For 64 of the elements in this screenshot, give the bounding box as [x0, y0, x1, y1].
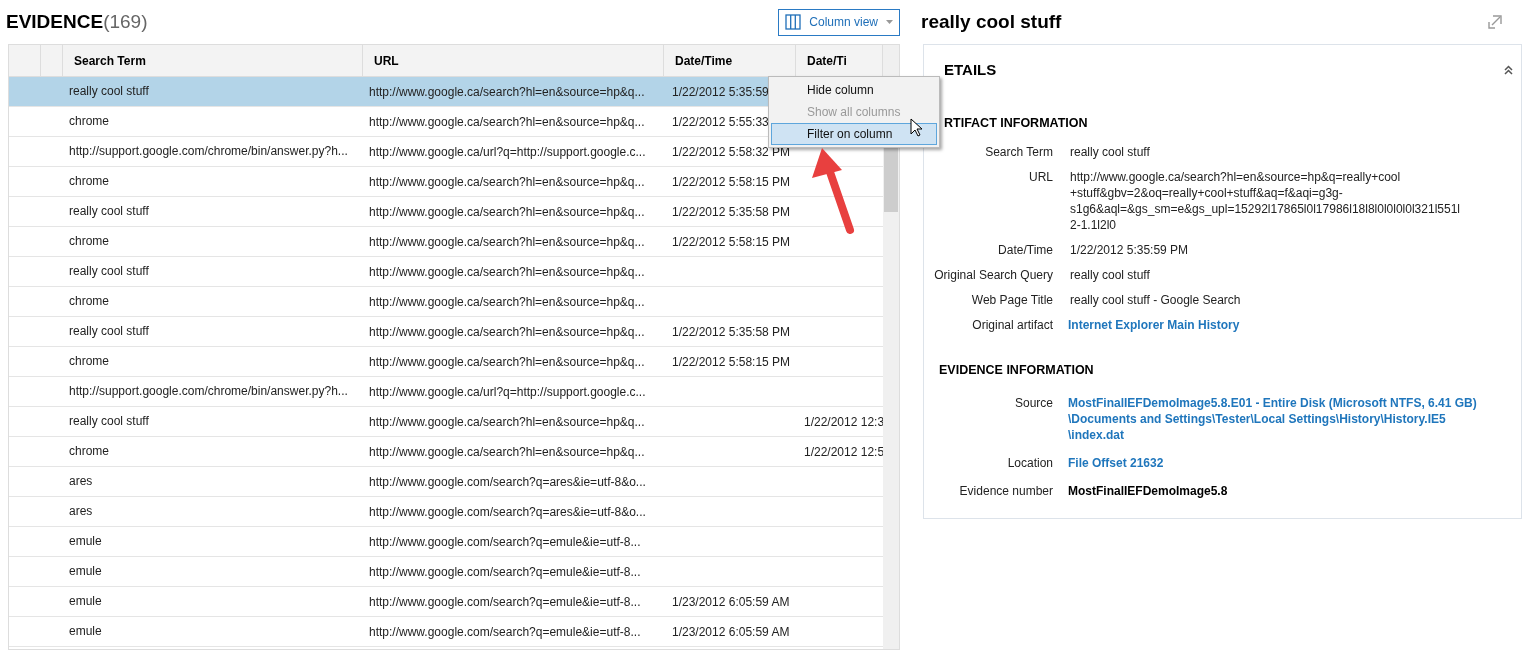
link[interactable]: File Offset 21632 [1053, 455, 1483, 471]
table-cell: http://www.google.com/search?q=emule&ie=utf-8... [369, 594, 641, 609]
table-cell: http://www.google.ca/search?hl=en&source=hp&q... [369, 294, 645, 309]
table-cell: 1/22/2012 5:35:58 PM [672, 324, 791, 339]
table-cell: 1/22/2012 5:35:59 [672, 84, 769, 99]
menu-item[interactable]: Filter on column [771, 123, 937, 145]
collapse-icon[interactable] [1504, 65, 1513, 76]
column-header[interactable]: URL [363, 45, 664, 76]
table-cell: http://www.google.ca/search?hl=en&source=hp&q... [369, 174, 645, 189]
column-view-button[interactable]: Column view [778, 8, 900, 36]
table-cell: http://www.google.com/search?q=emule&ie=utf-8... [369, 564, 641, 579]
panel-title: EVIDENCE [6, 9, 104, 34]
menu-item[interactable]: Hide column [771, 79, 937, 101]
field-label: Evidence number [958, 483, 1053, 499]
table-cell: 1/22/2012 5:55:33 [672, 114, 769, 129]
table-cell: http://www.google.ca/search?hl=en&source=hp&q... [369, 234, 645, 249]
table-cell: 1/22/2012 5:58:15 PM [672, 174, 791, 189]
table-cell: http://www.google.ca/search?hl=en&source=hp&q... [369, 354, 645, 369]
item-count: (169) [103, 9, 148, 34]
link[interactable]: Internet Explorer Main History [1053, 317, 1483, 334]
link[interactable]: MostFinalIEFDemoImage5.8.E01 - Entire Disk (Microsoft NTFS, 6.41 GB) \Documents and Settings\Tester\Local Settings\History\History.IE5 \index.dat [1053, 395, 1483, 443]
table-cell: http://www.google.ca/url?q=http://support.google.c... [369, 384, 646, 399]
table-cell: http://www.google.com/search?q=emule&ie=utf-8... [369, 624, 641, 639]
table-cell: http://www.google.ca/search?hl=en&source=hp&q... [369, 324, 645, 339]
table-cell: 1/22/2012 5:35:58 PM [672, 204, 791, 219]
section-title: ETAILS [944, 60, 997, 80]
section-heading: RTIFACT INFORMATION [943, 114, 1089, 132]
table-cell: 1/23/2012 6:05:59 AM [672, 624, 790, 639]
table-cell: http://www.google.com/search?q=emule&ie=utf-8... [369, 534, 641, 549]
details-title: really cool stuff [921, 9, 1062, 34]
field-value: MostFinalIEFDemoImage5.8 [1067, 483, 1228, 499]
table-cell: http://www.google.ca/url?q=http://support.google.c... [369, 144, 646, 159]
field-value: http://www.google.ca/search?hl=en&source=hp&q=really+cool +stuff&gbv=2&oq=really+cool+stuff&aq=f&aqi=g3g- s1g6&aql=&gs_sm=e&gs_upl=15292l17865l0l17986l18l8l0l0l0l0l321l551l 2-1.1l2l0 [1069, 169, 1461, 234]
table-cell: 1/22/2012 5:58:15 PM [672, 234, 791, 249]
table-cell: http://www.google.ca/search?hl=en&source=hp&q... [369, 204, 645, 219]
field-label: Date/Time [997, 242, 1053, 259]
mouse-cursor-icon [910, 118, 922, 137]
field-label: Web Page Title [970, 292, 1053, 309]
table-cell: http://www.google.ca/search?hl=en&source=hp&q... [369, 444, 645, 459]
table-cell: http://www.google.com/search?q=ares&ie=utf-8&o... [369, 474, 646, 489]
columns-icon [785, 14, 802, 30]
table-cell: 1/22/2012 5:58:15 PM [672, 354, 791, 369]
field-label: Location [1006, 455, 1053, 471]
field-label: Original artifact [971, 317, 1053, 334]
field-label: Original Search Query [933, 267, 1053, 284]
table-cell: 1/22/2012 12:5 [804, 444, 883, 459]
column-header[interactable]: Search Term [63, 45, 363, 76]
table-cell: 1/23/2012 6:05:59 AM [672, 594, 790, 609]
table-cell: http://www.google.ca/search?hl=en&source=hp&q... [369, 114, 645, 129]
field-label: Search Term [984, 144, 1053, 161]
caret-icon [886, 20, 893, 24]
field-value: 1/22/2012 5:35:59 PM [1069, 242, 1190, 259]
table-cell: http://www.google.ca/search?hl=en&source=hp&q... [369, 414, 645, 429]
table-cell: http://www.google.ca/search?hl=en&source=hp&q... [369, 264, 645, 279]
field-label: Source [1013, 395, 1053, 412]
field-value: really cool stuff - Google Search [1069, 292, 1242, 309]
field-label: URL [1028, 169, 1053, 187]
pop-out-icon[interactable] [1488, 15, 1502, 29]
table-cell: 1/22/2012 12:3 [804, 414, 883, 429]
table-cell: http://www.google.ca/search?hl=en&source=hp&q... [369, 84, 645, 99]
field-value: really cool stuff [1069, 267, 1151, 284]
table-cell: http://www.google.com/search?q=ares&ie=utf-8&o... [369, 504, 646, 519]
section-heading: EVIDENCE INFORMATION [938, 362, 1095, 380]
field-value: really cool stuff [1069, 144, 1151, 161]
